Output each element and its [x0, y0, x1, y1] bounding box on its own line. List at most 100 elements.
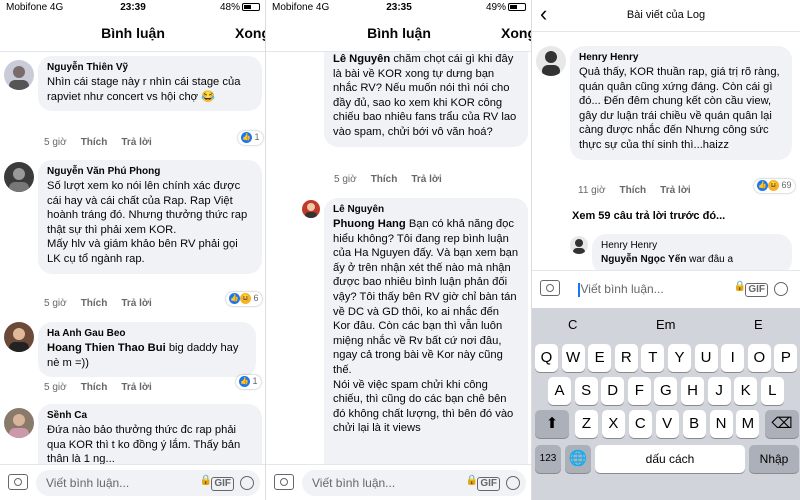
- key-v[interactable]: V: [655, 410, 679, 438]
- globe-icon[interactable]: 🌐: [565, 445, 591, 473]
- gif-icon[interactable]: GIF: [745, 283, 768, 297]
- key-y[interactable]: Y: [668, 344, 691, 372]
- comment-list[interactable]: Nguyễn Thiên Vỹ Nhìn cái stage này r nhì…: [0, 52, 266, 464]
- comment-bubble: Henry Henry Nguyễn Ngọc Yến war đâu a: [592, 234, 792, 270]
- reply-button[interactable]: Trả lời: [121, 298, 151, 309]
- key-d[interactable]: D: [601, 377, 625, 405]
- key-m[interactable]: M: [736, 410, 760, 438]
- comment-text: Quả thấy, KOR thuần rap, giá trị rõ ràng…: [579, 66, 780, 151]
- comment-author[interactable]: Lê Nguyên: [333, 204, 519, 215]
- camera-icon[interactable]: [540, 280, 560, 296]
- suggestion-2[interactable]: Em: [656, 317, 676, 332]
- comment-author[interactable]: Sềnh Ca: [47, 410, 253, 421]
- emoji-icon[interactable]: [506, 476, 520, 490]
- gif-icon[interactable]: GIF: [211, 477, 234, 491]
- avatar[interactable]: [536, 46, 566, 76]
- comment-author[interactable]: Ha Anh Gau Beo: [47, 328, 247, 339]
- key-p[interactable]: P: [774, 344, 798, 372]
- key-g[interactable]: G: [654, 377, 678, 405]
- comment-actions: 5 giờ Thích Trả lời: [334, 174, 456, 185]
- suggestion-1[interactable]: C: [568, 317, 577, 332]
- key-e[interactable]: E: [588, 344, 612, 372]
- reply-button[interactable]: Trả lời: [121, 137, 151, 148]
- key-t[interactable]: T: [641, 344, 665, 372]
- avatar[interactable]: [570, 236, 588, 254]
- key-f[interactable]: F: [627, 377, 651, 405]
- avatar[interactable]: [4, 162, 34, 192]
- key-b[interactable]: B: [682, 410, 706, 438]
- reply-button[interactable]: Trả lời: [121, 382, 151, 393]
- camera-icon[interactable]: [8, 474, 28, 490]
- return-key[interactable]: Nhập: [749, 445, 799, 473]
- key-i[interactable]: I: [721, 344, 745, 372]
- key-q[interactable]: Q: [535, 344, 558, 372]
- comment-input[interactable]: Viết bình luận... 🔒 GIF: [36, 470, 260, 496]
- reaction-count[interactable]: 👍 1: [236, 375, 261, 389]
- key-h[interactable]: H: [681, 377, 704, 405]
- comment-list[interactable]: Lê Nguyên chăm chọt cái gì khi đây là bà…: [266, 52, 532, 464]
- comment-author[interactable]: Lê Nguyên: [333, 53, 390, 65]
- key-w[interactable]: W: [561, 344, 585, 372]
- key-c[interactable]: C: [628, 410, 652, 438]
- sticker-icon[interactable]: 🔒: [200, 475, 212, 486]
- comment-time: 5 giờ: [44, 137, 67, 148]
- comment-bubble: Sềnh Ca Đứa nào bảo thưởng thức đc rap p…: [38, 404, 262, 464]
- mention-link[interactable]: Nguyễn Ngọc Yến: [601, 254, 686, 265]
- backspace-key[interactable]: ⌫: [765, 410, 799, 438]
- comment-input[interactable]: Viết bình luận... 🔒 GIF: [568, 276, 794, 302]
- key-j[interactable]: J: [707, 377, 731, 405]
- like-button[interactable]: Thích: [371, 174, 398, 185]
- nav-bar: ‹ Bài viết của Log: [532, 0, 800, 32]
- page-title: Bài viết của Log: [626, 9, 706, 21]
- comment-bubble: Ha Anh Gau Beo Hoang Thien Thao Bui big …: [38, 322, 256, 378]
- reaction-count[interactable]: 👍 😆 6: [226, 292, 262, 306]
- emoji-icon[interactable]: [774, 282, 788, 296]
- key-k[interactable]: K: [734, 377, 758, 405]
- avatar[interactable]: [4, 60, 34, 90]
- comment-bubble: Henry Henry Quả thấy, KOR thuần rap, giá…: [570, 46, 792, 160]
- battery-icon: [508, 3, 526, 12]
- key-u[interactable]: U: [694, 344, 718, 372]
- sticker-icon[interactable]: 🔒: [734, 281, 746, 292]
- comment-author[interactable]: Henry Henry: [601, 240, 783, 251]
- gif-icon[interactable]: GIF: [477, 477, 500, 491]
- numbers-key[interactable]: 123: [535, 445, 561, 473]
- emoji-icon[interactable]: [240, 476, 254, 490]
- comment-list[interactable]: Henry Henry Quả thấy, KOR thuần rap, giá…: [532, 32, 800, 270]
- sticker-icon[interactable]: 🔒: [466, 475, 478, 486]
- avatar[interactable]: [4, 408, 34, 438]
- avatar[interactable]: [4, 322, 34, 352]
- done-button[interactable]: Xong: [501, 25, 532, 41]
- comment-input[interactable]: Viết bình luận... 🔒 GIF: [302, 470, 526, 496]
- mention-link[interactable]: Phuong Hang: [333, 218, 406, 230]
- key-l[interactable]: L: [760, 377, 784, 405]
- key-n[interactable]: N: [709, 410, 733, 438]
- comment-author[interactable]: Nguyễn Văn Phú Phong: [47, 166, 253, 177]
- comment-actions: 5 giờ Thích Trả lời: [44, 137, 166, 148]
- key-a[interactable]: A: [548, 377, 571, 405]
- suggestion-3[interactable]: E: [754, 317, 763, 332]
- comment-author[interactable]: Nguyễn Thiên Vỹ: [47, 62, 253, 73]
- key-z[interactable]: Z: [575, 410, 598, 438]
- like-button[interactable]: Thích: [81, 298, 108, 309]
- space-key[interactable]: dấu cách: [595, 445, 745, 473]
- status-bar: Mobifone 4G 23:35 49%: [266, 0, 532, 16]
- reaction-count[interactable]: 👍 😆 69: [754, 179, 795, 193]
- reply-button[interactable]: Trả lời: [411, 174, 441, 185]
- shift-key[interactable]: ⬆: [535, 410, 569, 438]
- mention-link[interactable]: Hoang Thien Thao Bui: [47, 342, 166, 354]
- comment-author[interactable]: Henry Henry: [579, 52, 783, 63]
- like-button[interactable]: Thích: [81, 382, 108, 393]
- view-previous-replies-link[interactable]: Xem 59 câu trả lời trước đó...: [572, 210, 725, 222]
- reaction-count[interactable]: 👍 1: [238, 131, 263, 145]
- key-o[interactable]: O: [747, 344, 771, 372]
- like-button[interactable]: Thích: [81, 137, 108, 148]
- like-button[interactable]: Thích: [620, 185, 647, 196]
- key-x[interactable]: X: [601, 410, 625, 438]
- key-r[interactable]: R: [614, 344, 638, 372]
- done-button[interactable]: Xong: [235, 25, 266, 41]
- camera-icon[interactable]: [274, 474, 294, 490]
- key-s[interactable]: S: [574, 377, 598, 405]
- avatar[interactable]: [302, 200, 320, 218]
- reply-button[interactable]: Trả lời: [660, 185, 690, 196]
